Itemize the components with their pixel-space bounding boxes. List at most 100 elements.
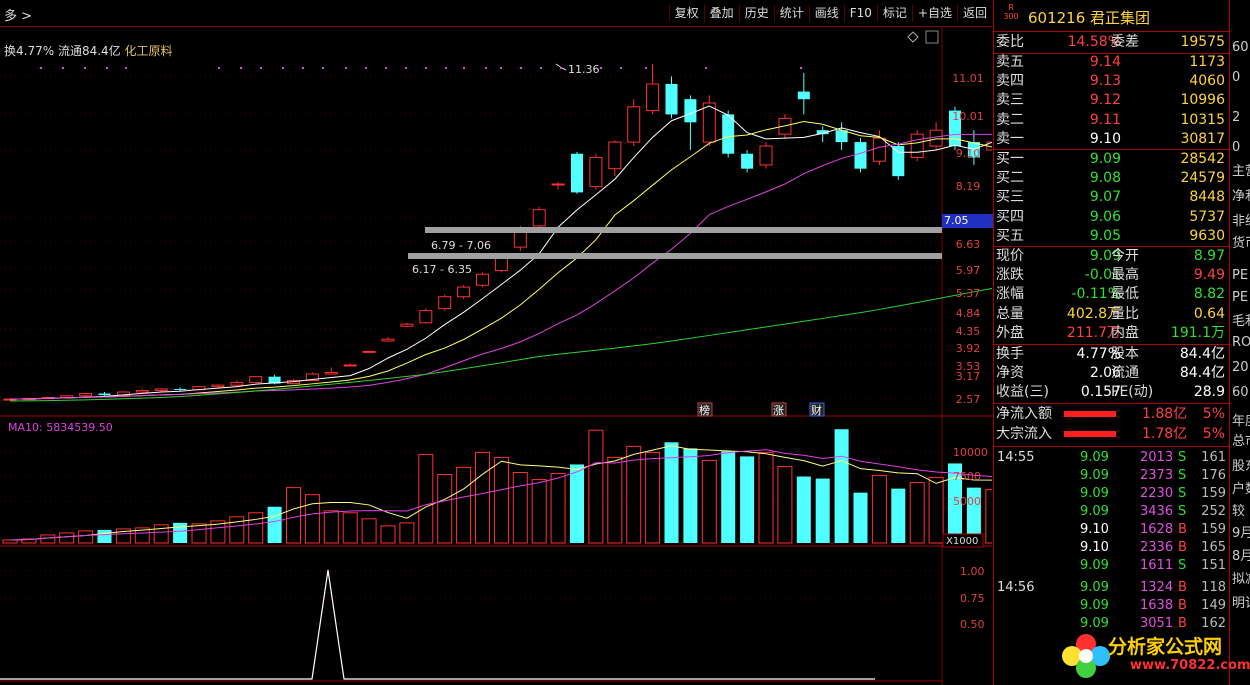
mark-button[interactable]: 标记 — [876, 5, 912, 22]
draw-line-button[interactable]: 画线 — [808, 5, 844, 22]
tick-side: B — [1178, 598, 1187, 613]
quote-value-2: 8.82 — [1193, 286, 1225, 303]
bid-row: 买四 9.06 5737 — [994, 208, 1229, 227]
candle-body — [249, 376, 263, 383]
quote-value-2: 0.64 — [1193, 305, 1225, 322]
volume-unit-label: X1000 — [946, 536, 978, 547]
side-item[interactable]: 非经 — [1232, 210, 1250, 229]
side-item[interactable]: 拟减 — [1232, 568, 1250, 587]
signal-dot — [260, 67, 262, 69]
logo-top: R — [1008, 3, 1014, 12]
signal-dot — [385, 67, 387, 69]
fuquan-button[interactable]: 复权 — [668, 5, 704, 22]
side-item[interactable]: 年度 — [1232, 410, 1250, 429]
panel-toggle-icon — [925, 30, 939, 44]
flow-label: 大宗流入 — [996, 425, 1052, 442]
price-scale-label: 11.01 — [952, 72, 984, 85]
price-scale-label: 10.01 — [952, 110, 984, 123]
bid-row: 买五 9.05 9630 — [994, 227, 1229, 246]
side-item[interactable]: 0 — [1232, 70, 1240, 85]
tick-row: 9.09 1638 B 149 — [994, 597, 1229, 615]
back-button[interactable]: 返回 — [956, 5, 992, 22]
side-item[interactable]: 股东 — [1232, 455, 1250, 474]
tick-price: 9.09 — [1080, 580, 1109, 595]
stats-button[interactable]: 统计 — [773, 5, 809, 22]
side-item[interactable]: 20 — [1232, 360, 1249, 375]
quote-row: 涨幅 -0.11% 最低 8.82 — [994, 285, 1229, 304]
price-scale-label: 4.35 — [955, 325, 981, 338]
candle-body — [665, 83, 678, 115]
tick-volume: 1611 — [1140, 558, 1174, 573]
ask-row: 卖四 9.13 4060 — [994, 72, 1229, 91]
flow-bar — [1064, 430, 1116, 437]
volume-bar — [871, 475, 887, 544]
signal-dot — [125, 67, 127, 69]
side-item[interactable]: 60 — [1232, 385, 1249, 400]
f10-button[interactable]: F10 — [843, 5, 877, 22]
volume-bar — [286, 487, 301, 544]
side-item[interactable]: 明讨 — [1232, 592, 1250, 611]
indicator-scale-label: 1.00 — [960, 565, 985, 578]
signal-dot — [463, 67, 465, 69]
ma60-line — [9, 287, 992, 402]
overlay-button[interactable]: 叠加 — [703, 5, 739, 22]
tick-count: 151 — [1201, 558, 1226, 573]
side-item[interactable]: 毛利 — [1232, 310, 1250, 329]
candle-body — [60, 395, 74, 398]
fund-label-2: PE(动) — [1111, 384, 1154, 401]
tick-volume: 2013 — [1140, 450, 1174, 465]
fund-label: 净资 — [996, 365, 1024, 382]
volume-bar — [909, 482, 925, 544]
signal-dot — [445, 67, 447, 69]
breadcrumb[interactable]: 多 > — [4, 5, 32, 24]
quote-label: 现价 — [996, 248, 1024, 264]
side-item[interactable]: PE — [1232, 290, 1248, 305]
side-item[interactable]: 总市 — [1232, 430, 1250, 449]
volume-bar — [512, 472, 528, 544]
candle-body — [154, 388, 168, 391]
watermark-title: 分析家公式网 — [1108, 636, 1223, 658]
side-item[interactable]: 净利 — [1232, 185, 1250, 204]
signal-dot — [282, 67, 284, 69]
volume-bar — [607, 456, 623, 544]
level-price: 9.14 — [1089, 54, 1121, 70]
tick-row: 9.10 1628 B 159 — [994, 521, 1229, 539]
side-item[interactable]: 9月 — [1232, 522, 1250, 541]
tick-time: 14:55 — [997, 450, 1035, 465]
tick-side: S — [1178, 486, 1187, 501]
fund-label: 换手 — [996, 346, 1024, 362]
candle-body — [627, 106, 641, 143]
tick-price: 9.09 — [1080, 558, 1109, 573]
side-item[interactable]: 60 — [1232, 40, 1249, 55]
history-button[interactable]: 历史 — [738, 5, 774, 22]
side-item[interactable]: 主营 — [1232, 160, 1250, 179]
side-item[interactable]: PE — [1232, 268, 1248, 283]
side-item[interactable]: 户数 — [1232, 478, 1250, 497]
signal-dot — [425, 67, 427, 69]
flow-bar — [1064, 411, 1116, 417]
bid-row: 买三 9.07 8448 — [994, 188, 1229, 207]
gap-label-lower: 6.17 - 6.35 — [412, 263, 472, 276]
quote-label-2: 今开 — [1111, 248, 1139, 264]
side-item[interactable]: 2 — [1232, 110, 1240, 125]
stock-code: 601216 — [1028, 9, 1086, 27]
add-watchlist-button[interactable]: +自选 — [911, 5, 957, 22]
stock-title: 601216 君正集团 — [1028, 7, 1150, 28]
candle-body — [98, 393, 111, 396]
f10-side-panel[interactable]: 60020主营净利非经货币PEPE毛利RO2060年度总市股东户数较9月8月拟减… — [1229, 0, 1250, 685]
side-item[interactable]: 0 — [1232, 140, 1240, 155]
gap-box-upper — [425, 227, 942, 233]
side-item[interactable]: 较 — [1232, 500, 1245, 519]
kline-chart[interactable]: 6.79 - 7.06 6.17 - 6.35 11.36 榜 涨 财 MA10: 5834… — [0, 26, 992, 685]
tick-side: B — [1178, 522, 1187, 537]
volume-bar — [173, 522, 188, 543]
volume-bar — [40, 534, 56, 544]
tick-count: 118 — [1201, 580, 1226, 595]
side-item[interactable]: 货币 — [1232, 232, 1250, 251]
side-item[interactable]: RO — [1232, 335, 1250, 350]
volume-bar — [815, 478, 830, 543]
side-item[interactable]: 8月 — [1232, 545, 1250, 564]
toolbar-buttons: 复权 叠加 历史 统计 画线 F10 标记 +自选 返回 — [668, 5, 992, 22]
volume-scale-label: 7500 — [953, 470, 981, 483]
price-scale-label: 4.84 — [955, 307, 981, 320]
